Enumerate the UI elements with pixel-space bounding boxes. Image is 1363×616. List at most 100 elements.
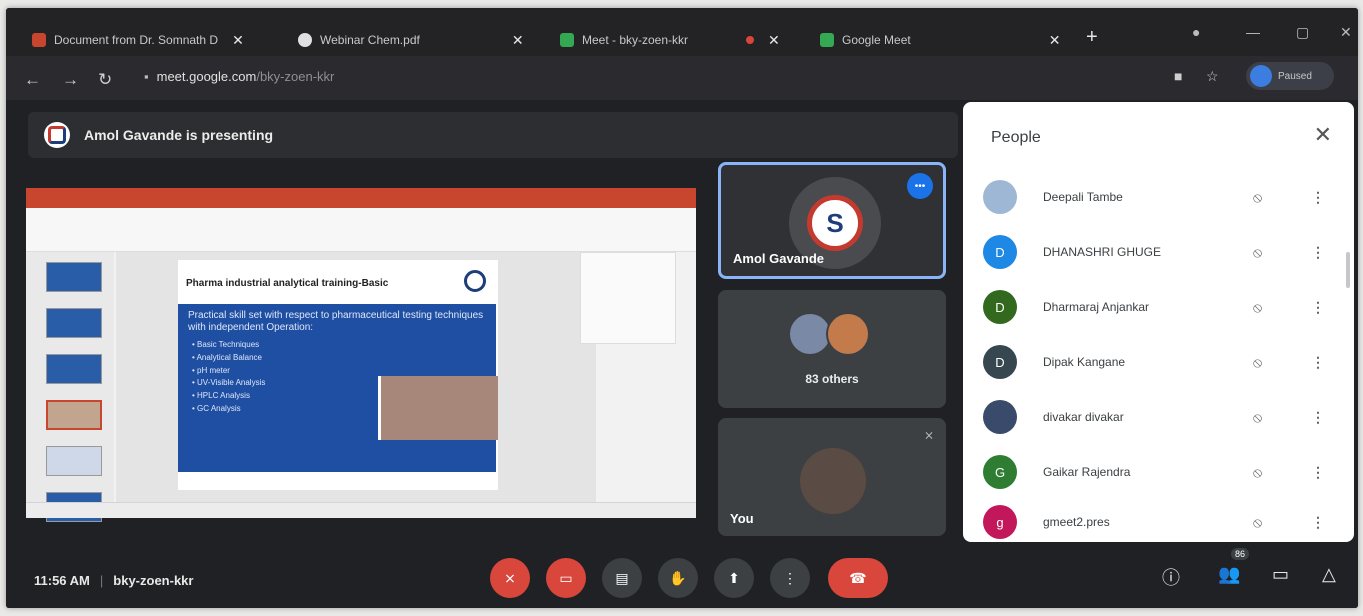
participant-row[interactable]: divakar divakar ⦸ ⋮	[983, 396, 1343, 438]
avatar: D	[983, 235, 1017, 269]
maximize-icon[interactable]: ▢	[1296, 24, 1309, 41]
meeting-code: bky-zoen-kkr	[113, 573, 194, 588]
profile-status: Paused	[1278, 70, 1312, 82]
close-icon[interactable]: ✕	[1314, 122, 1332, 148]
participant-name: DHANASHRI GHUGE	[1043, 245, 1162, 259]
tab-webinar-pdf[interactable]: Webinar Chem.pdf ✕	[298, 28, 524, 52]
avatar	[826, 312, 870, 356]
camera-off-icon: ▭	[559, 569, 573, 586]
slide-thumbnail[interactable]	[46, 354, 102, 384]
mic-off-icon[interactable]: ⦸	[1253, 514, 1262, 531]
slide-lead-text: Practical skill set with respect to phar…	[188, 310, 484, 333]
activities-icon[interactable]: △	[1322, 564, 1336, 585]
mic-off-icon[interactable]: ⦸	[1253, 354, 1262, 371]
captions-button[interactable]: ▤	[602, 558, 642, 598]
close-icon[interactable]: ✕	[232, 32, 244, 49]
panel-title: People	[991, 129, 1041, 146]
panel-scrollbar[interactable]	[1346, 252, 1350, 288]
mic-off-icon[interactable]: ⦸	[1253, 189, 1262, 206]
avatar	[1250, 65, 1272, 87]
participant-name: Dharmaraj Anjankar	[1043, 300, 1150, 314]
slide-thumbnail[interactable]	[46, 308, 102, 338]
minimize-icon[interactable]: —	[1246, 24, 1260, 40]
participant-row[interactable]: D Dipak Kangane ⦸ ⋮	[983, 341, 1343, 383]
ppt-title-bar	[26, 188, 696, 208]
meeting-info: 11:56 AM | bky-zoen-kkr	[34, 573, 194, 588]
participant-row[interactable]: D DHANASHRI GHUGE ⦸ ⋮	[983, 231, 1343, 273]
back-icon[interactable]: ←	[24, 70, 41, 90]
ppt-side-pane	[580, 252, 676, 344]
participant-count-badge: 86	[1231, 548, 1250, 560]
presenting-banner: Amol Gavande is presenting	[28, 112, 958, 158]
more-options-button[interactable]: ⋮	[770, 558, 810, 598]
globe-icon	[298, 33, 312, 47]
more-options-icon[interactable]: ⋮	[1311, 514, 1325, 531]
more-options-icon[interactable]: ⋮	[1311, 299, 1325, 316]
presenter-tile[interactable]: S ••• Amol Gavande	[718, 162, 946, 279]
profile-button[interactable]: Paused	[1246, 62, 1334, 90]
close-icon[interactable]: ✕	[1049, 32, 1061, 49]
slide-canvas: Pharma industrial analytical training-Ba…	[116, 252, 596, 502]
slide-thumbnail[interactable]	[46, 262, 102, 292]
more-options-icon[interactable]: ⋮	[1311, 354, 1325, 371]
tab-document[interactable]: Document from Dr. Somnath D ✕	[32, 28, 244, 52]
meet-icon	[560, 33, 574, 47]
leave-call-button[interactable]: ☎	[828, 558, 888, 598]
raise-hand-button[interactable]: ✋	[658, 558, 698, 598]
tab-meet-call[interactable]: Meet - bky-zoen-kkr ✕	[560, 28, 780, 52]
mic-off-icon[interactable]: ⦸	[1253, 299, 1262, 316]
slide-thumbnail-selected[interactable]	[46, 400, 102, 430]
mic-off-icon[interactable]: ⦸	[1253, 409, 1262, 426]
avatar: D	[983, 345, 1017, 379]
chat-icon[interactable]: ▭	[1272, 564, 1289, 585]
more-options-icon[interactable]: ⋮	[1311, 244, 1325, 261]
camera-icon[interactable]: ■	[1174, 68, 1182, 84]
more-options-icon[interactable]: ⋮	[1311, 464, 1325, 481]
people-panel: People ✕ Deepali Tambe ⦸ ⋮ D DHANASHRI G…	[963, 102, 1354, 542]
bookmark-star-icon[interactable]: ☆	[1206, 68, 1219, 85]
mic-off-icon[interactable]: ⦸	[1253, 244, 1262, 261]
tab-label: Google Meet	[842, 33, 911, 47]
others-avatars	[788, 312, 870, 356]
participant-row[interactable]: G Gaikar Rajendra ⦸ ⋮	[983, 451, 1343, 493]
close-icon[interactable]: ✕	[768, 32, 780, 49]
camera-toggle-button[interactable]: ▭	[546, 558, 586, 598]
captions-icon: ▤	[615, 569, 629, 586]
participant-row[interactable]: D Dharmaraj Anjankar ⦸ ⋮	[983, 286, 1343, 328]
present-screen-button[interactable]: ⬆	[714, 558, 754, 598]
tab-label: Webinar Chem.pdf	[320, 33, 420, 47]
participant-row[interactable]: g gmeet2.pres ⦸ ⋮	[983, 501, 1343, 543]
tab-google-meet[interactable]: Google Meet ✕	[820, 28, 1060, 52]
window-close-icon[interactable]: ✕	[1340, 24, 1352, 41]
participant-name: divakar divakar	[1043, 410, 1124, 424]
recording-icon	[746, 36, 755, 44]
slide-title: Pharma industrial analytical training-Ba…	[186, 278, 389, 289]
speaking-indicator-icon: •••	[907, 173, 933, 199]
docs-icon	[32, 33, 46, 47]
presenting-text: Amol Gavande is presenting	[84, 127, 274, 143]
presenter-logo-icon	[44, 122, 70, 148]
url-field[interactable]: ▪ meet.google.com/bky-zoen-kkr	[144, 69, 334, 84]
current-slide: Pharma industrial analytical training-Ba…	[178, 260, 498, 490]
tab-search-icon[interactable]: ●	[1192, 24, 1200, 40]
more-options-icon[interactable]: ⋮	[1311, 189, 1325, 206]
meeting-details-icon[interactable]: ⓘ	[1162, 564, 1180, 590]
participant-row[interactable]: Deepali Tambe ⦸ ⋮	[983, 176, 1343, 218]
forward-icon[interactable]: →	[62, 70, 79, 90]
more-options-icon: ⋮	[783, 569, 797, 586]
close-icon[interactable]: ✕	[512, 32, 524, 49]
people-icon[interactable]: 👥	[1218, 564, 1240, 585]
participant-name: Gaikar Rajendra	[1043, 465, 1131, 479]
self-tile[interactable]: ⨯ You	[718, 418, 946, 536]
new-tab-button[interactable]: +	[1086, 26, 1098, 49]
slide-thumbnail[interactable]	[46, 446, 102, 476]
mic-off-icon[interactable]: ⦸	[1253, 464, 1262, 481]
hand-icon: ✋	[669, 569, 687, 586]
more-options-icon[interactable]: ⋮	[1311, 409, 1325, 426]
ppt-status-bar	[26, 502, 696, 518]
others-tile[interactable]: 83 others	[718, 290, 946, 408]
mic-toggle-button[interactable]: ⨯	[490, 558, 530, 598]
url-host: meet.google.com	[156, 69, 257, 84]
reload-icon[interactable]: ↻	[98, 70, 112, 90]
shared-screen: Pharma industrial analytical training-Ba…	[26, 188, 696, 522]
